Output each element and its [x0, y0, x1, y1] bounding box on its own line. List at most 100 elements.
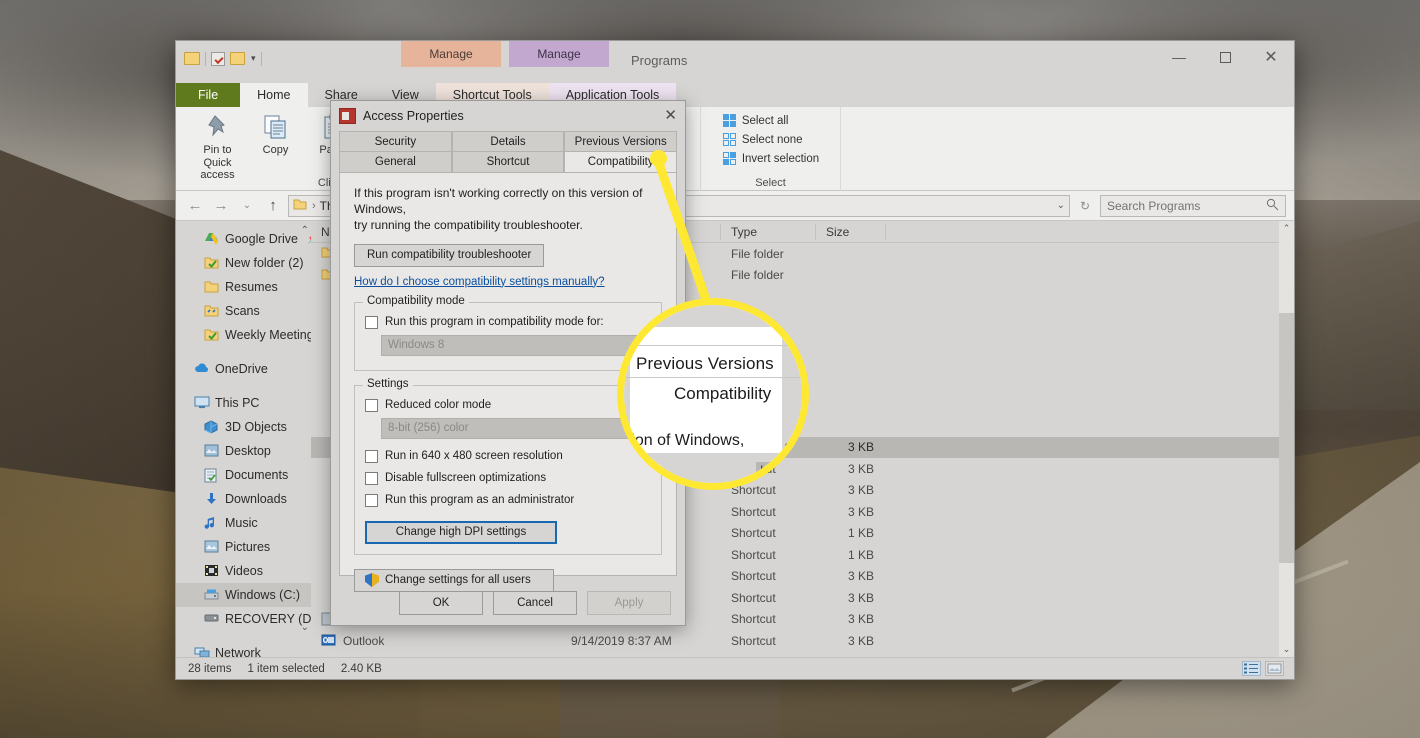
recent-locations-button[interactable]: ⌄ — [236, 200, 258, 211]
file-list-scrollbar[interactable]: ⌃ ⌄ — [1279, 221, 1294, 657]
window-title: Programs — [631, 53, 688, 68]
details-view-button[interactable] — [1242, 661, 1261, 676]
sidebar-item-weekly-meeting[interactable]: Weekly Meeting — [176, 323, 311, 347]
folder-icon[interactable] — [230, 51, 246, 66]
table-row[interactable]: Outlook 9/14/2019 8:37 AM Shortcut 3 KB — [311, 630, 1294, 652]
access-shortcut-icon — [339, 108, 356, 124]
select-all-button[interactable]: Select all — [722, 113, 789, 128]
run-compatibility-troubleshooter-button[interactable]: Run compatibility troubleshooter — [354, 243, 545, 267]
sidebar-item-new-folder-2[interactable]: New folder (2) — [176, 251, 311, 275]
ok-button[interactable]: OK — [399, 591, 483, 615]
pin-to-quick-access-button[interactable]: Pin to Quick access — [191, 112, 245, 182]
sidebar-item-pictures[interactable]: Pictures — [176, 535, 311, 559]
sidebar-item-label: Videos — [225, 564, 263, 578]
up-button[interactable]: ↑ — [262, 197, 284, 214]
minimize-button[interactable]: — — [1156, 41, 1202, 73]
sidebar-item-label: Documents — [225, 468, 289, 482]
run-as-administrator-label: Run this program as an administrator — [385, 494, 575, 507]
compatibility-mode-checkbox[interactable] — [365, 315, 378, 329]
qat-divider — [205, 51, 206, 66]
compatibility-mode-checkbox-row[interactable]: Run this program in compatibility mode f… — [365, 315, 651, 329]
sidebar-item-label: Pictures — [225, 540, 271, 554]
refresh-button[interactable]: ↻ — [1074, 199, 1096, 213]
color-depth-dropdown[interactable]: 8-bit (256) color ⌄ — [381, 417, 651, 439]
sidebar-item-label: Network — [215, 646, 261, 657]
compatibility-mode-dropdown[interactable]: Windows 8 ⌄ — [381, 334, 651, 356]
back-button[interactable]: ← — [184, 197, 206, 214]
scroll-up-arrow-icon[interactable]: ⌃ — [1279, 221, 1294, 236]
google-drive-icon — [204, 232, 219, 247]
callout-lens: folder Previous Versions Compatibility r… — [617, 298, 809, 490]
address-dropdown-icon[interactable]: ⌄ — [1057, 200, 1065, 211]
sidebar-item-3d-objects[interactable]: 3D Objects — [176, 415, 311, 439]
manual-settings-link[interactable]: How do I choose compatibility settings m… — [354, 276, 605, 288]
tab-security[interactable]: Security — [339, 131, 452, 151]
sidebar-item-onedrive[interactable]: OneDrive — [176, 357, 311, 381]
sidebar-item-scans[interactable]: Scans — [176, 299, 311, 323]
tab-home[interactable]: Home — [240, 83, 308, 107]
window-controls: — ✕ — [1156, 41, 1294, 73]
new-folder-check-icon[interactable] — [211, 51, 225, 66]
sidebar-item-downloads[interactable]: Downloads — [176, 487, 311, 511]
outlook-icon — [321, 633, 336, 648]
column-header-size[interactable]: Size — [816, 223, 886, 240]
copy-label: Copy — [262, 144, 289, 156]
tab-previous-versions[interactable]: Previous Versions — [564, 131, 678, 151]
close-button[interactable]: ✕ — [1248, 41, 1294, 73]
select-all-label: Select all — [741, 114, 789, 127]
run-640x480-row[interactable]: Run in 640 x 480 screen resolution — [365, 449, 651, 463]
disable-fullscreen-checkbox[interactable] — [365, 471, 378, 485]
3d-objects-icon — [204, 419, 219, 435]
change-high-dpi-settings-button[interactable]: Change high DPI settings — [365, 520, 557, 544]
tab-details[interactable]: Details — [451, 131, 565, 151]
sidebar-item-label: Scans — [225, 304, 260, 318]
properties-folder-icon[interactable] — [184, 51, 200, 66]
customize-qat-caret-icon[interactable]: ▾ — [251, 53, 256, 64]
reduced-color-mode-checkbox[interactable] — [365, 398, 378, 412]
nav-scroll-up-icon[interactable]: ⌃ — [301, 225, 309, 236]
sidebar-item-windows-c[interactable]: Windows (C:) — [176, 583, 311, 607]
contextual-tab-manage-application[interactable]: Manage — [509, 41, 609, 67]
cancel-button[interactable]: Cancel — [493, 591, 577, 615]
copy-button[interactable]: Copy — [249, 112, 303, 182]
sidebar-item-google-drive[interactable]: Google Drive 📌 — [176, 227, 311, 251]
scroll-down-arrow-icon[interactable]: ⌄ — [1279, 642, 1294, 657]
pictures-icon — [204, 540, 219, 555]
callout-context-bottom-label-1: er — [784, 438, 796, 453]
search-input[interactable]: Search Programs — [1100, 194, 1286, 217]
run-640x480-checkbox[interactable] — [365, 449, 378, 463]
tab-general[interactable]: General — [339, 151, 452, 172]
color-depth-value: 8-bit (256) color — [388, 422, 469, 435]
scrollbar-thumb[interactable] — [1279, 313, 1294, 563]
forward-button[interactable]: → — [210, 197, 232, 214]
large-icons-view-button[interactable] — [1265, 661, 1284, 676]
close-icon[interactable]: ✕ — [664, 106, 677, 124]
file-type: Shortcut — [731, 569, 776, 584]
contextual-tab-manage-shortcut[interactable]: Manage — [401, 41, 501, 67]
file-date: 9/14/2019 8:37 AM — [571, 633, 672, 648]
sidebar-item-videos[interactable]: Videos — [176, 559, 311, 583]
sidebar-item-resumes[interactable]: Resumes — [176, 275, 311, 299]
run-as-administrator-checkbox[interactable] — [365, 493, 378, 507]
this-pc-icon — [194, 396, 210, 411]
reduced-color-mode-row[interactable]: Reduced color mode — [365, 398, 651, 412]
callout-context-top: folder — [624, 305, 802, 327]
sidebar-item-documents[interactable]: Documents — [176, 463, 311, 487]
tab-shortcut[interactable]: Shortcut — [451, 151, 565, 172]
run-as-administrator-row[interactable]: Run this program as an administrator — [365, 493, 651, 507]
sidebar-item-label: Weekly Meeting — [225, 328, 311, 342]
drive-icon — [204, 588, 219, 603]
tab-file[interactable]: File — [176, 83, 241, 107]
sidebar-item-desktop[interactable]: Desktop — [176, 439, 311, 463]
folder-icon — [204, 280, 219, 295]
sidebar-item-recovery-d[interactable]: RECOVERY (D:) — [176, 607, 311, 631]
sidebar-item-network[interactable]: Network — [176, 641, 311, 657]
sidebar-item-music[interactable]: Music — [176, 511, 311, 535]
maximize-button[interactable] — [1202, 41, 1248, 73]
sidebar-item-this-pc[interactable]: This PC — [176, 391, 311, 415]
nav-scroll-down-icon[interactable]: ⌄ — [301, 622, 309, 633]
disable-fullscreen-row[interactable]: Disable fullscreen optimizations — [365, 471, 651, 485]
select-none-button[interactable]: Select none — [722, 132, 803, 147]
compatibility-mode-label: Run this program in compatibility mode f… — [385, 316, 604, 329]
dialog-tabs-row-1: Security Details Previous Versions — [331, 131, 685, 151]
